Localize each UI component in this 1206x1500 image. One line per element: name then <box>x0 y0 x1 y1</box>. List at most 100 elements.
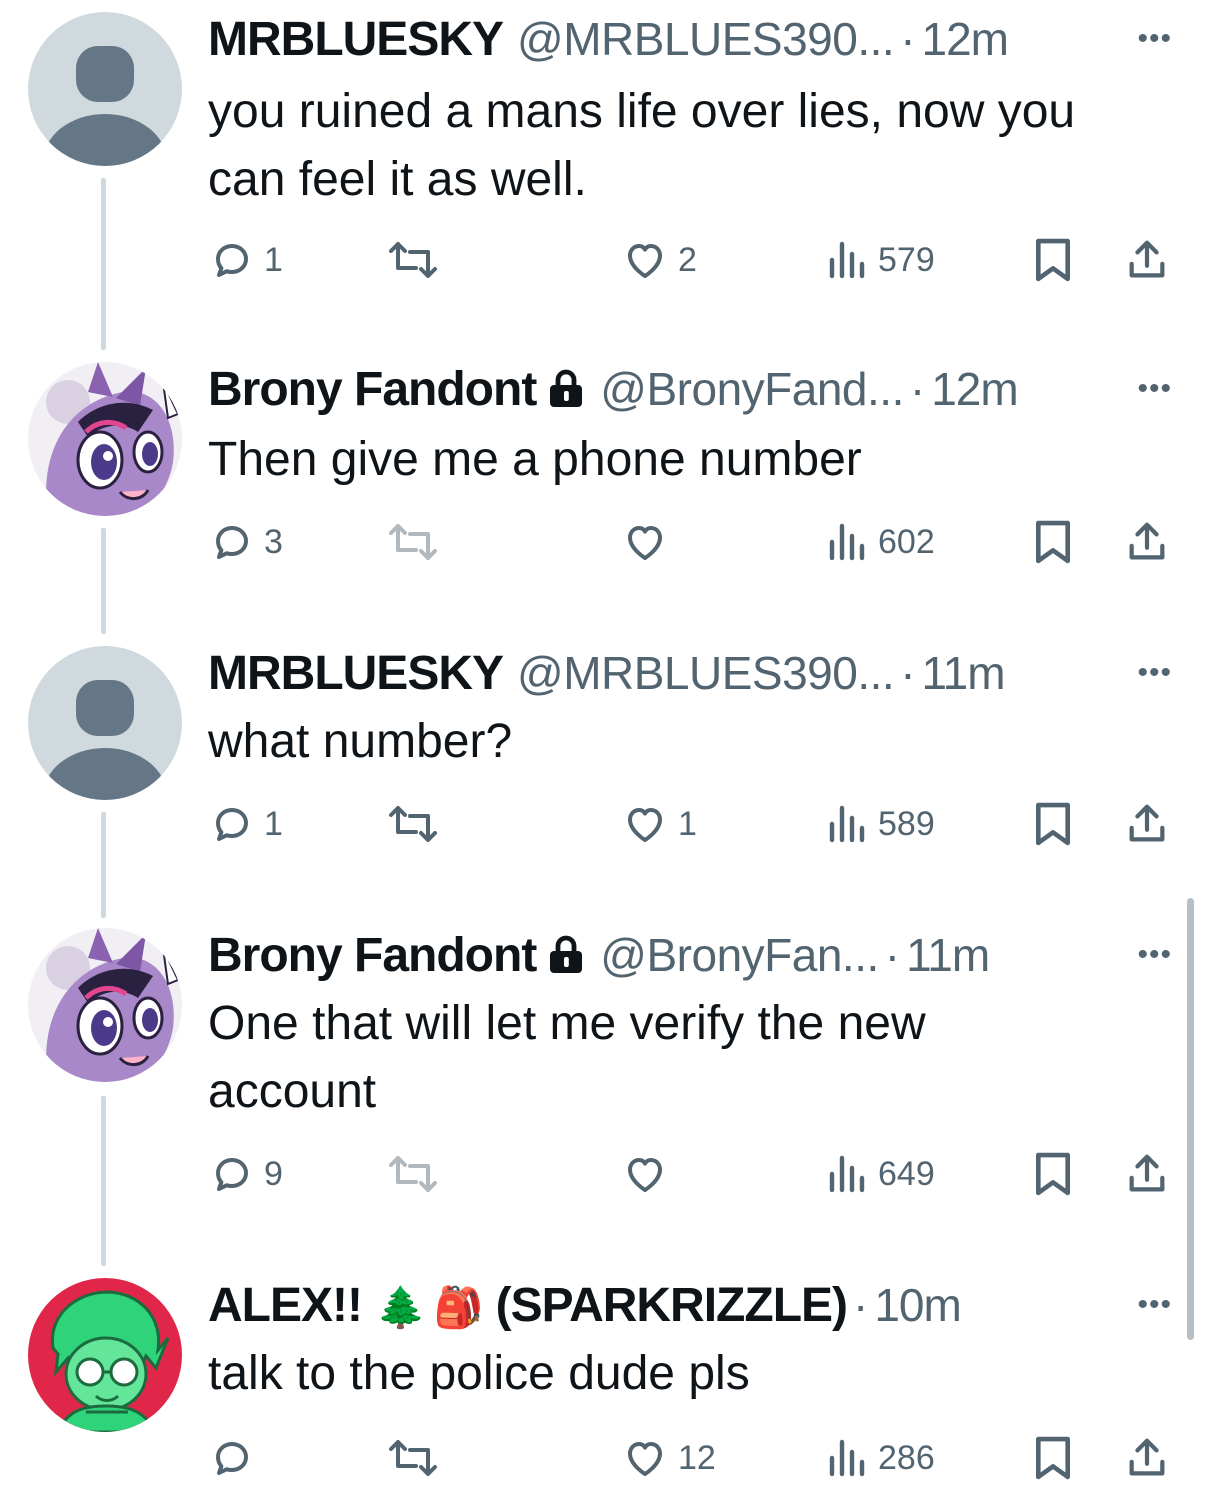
bookmark-button[interactable] <box>1032 1144 1074 1204</box>
share-button[interactable] <box>1124 1428 1170 1488</box>
tweet-text-line: One that will let me verify the new <box>208 997 926 1050</box>
reply-icon <box>216 526 248 559</box>
like-button[interactable] <box>620 1144 678 1204</box>
timestamp[interactable]: 12m <box>922 12 1009 66</box>
reply-button[interactable]: 9 <box>208 1144 283 1204</box>
scrollbar[interactable] <box>1187 898 1194 1340</box>
display-name[interactable]: ALEX!! <box>208 1278 363 1333</box>
share-icon <box>1129 1438 1165 1476</box>
view-count: 589 <box>878 804 935 843</box>
reply-button[interactable]: 1 <box>208 230 283 290</box>
share-button[interactable] <box>1124 794 1170 854</box>
like-button[interactable]: 2 <box>620 230 697 290</box>
user-handle[interactable]: @BronyFan... <box>600 928 879 982</box>
repost-button[interactable] <box>386 794 448 854</box>
user-handle[interactable]: @MRBLUES390... <box>517 646 895 700</box>
reply-count: 9 <box>264 1154 283 1193</box>
timestamp[interactable]: 10m <box>874 1278 961 1332</box>
view-count: 286 <box>878 1438 935 1477</box>
views-icon <box>829 1439 865 1477</box>
repost-button[interactable] <box>386 230 448 290</box>
reply-icon <box>216 1442 248 1475</box>
heart-icon <box>628 526 662 560</box>
share-icon <box>1129 1154 1165 1192</box>
like-button[interactable]: 1 <box>620 794 697 854</box>
tweet-text-line: Then give me a phone number <box>208 433 862 486</box>
heart-icon <box>628 808 662 842</box>
views-button[interactable]: 602 <box>826 512 935 572</box>
share-button[interactable] <box>1124 230 1170 290</box>
repost-button[interactable] <box>386 1428 448 1488</box>
like-button[interactable]: 12 <box>620 1428 716 1488</box>
bookmark-button[interactable] <box>1032 1428 1074 1488</box>
like-button[interactable] <box>620 512 678 572</box>
bookmark-icon <box>1035 520 1071 564</box>
bookmark-icon <box>1035 802 1071 846</box>
tweet-text: Then give me a phone number <box>208 426 1168 494</box>
thread-connector <box>101 812 106 918</box>
tree-emoji: 🌲 <box>375 1286 426 1330</box>
views-button[interactable]: 589 <box>826 794 935 854</box>
display-name[interactable]: Brony Fandont <box>208 362 537 417</box>
bookmark-button[interactable] <box>1032 230 1074 290</box>
pony-avatar-icon[interactable] <box>28 928 182 1082</box>
bookmark-button[interactable] <box>1032 512 1074 572</box>
action-bar: 1 2 579 <box>208 230 1178 290</box>
default-avatar-icon[interactable] <box>28 12 182 166</box>
repost-icon <box>389 806 437 842</box>
bookmark-icon <box>1035 1436 1071 1480</box>
tweet-text: what number? <box>208 708 1168 776</box>
views-icon <box>829 1155 865 1193</box>
bookmark-button[interactable] <box>1032 794 1074 854</box>
reply-icon <box>216 244 248 277</box>
tweet-text: One that will let me verify the new acco… <box>208 990 1168 1126</box>
like-count: 1 <box>678 804 697 843</box>
tweet-text-line: can feel it as well. <box>208 153 587 206</box>
reply-button[interactable]: 1 <box>208 794 283 854</box>
timestamp[interactable]: 11m <box>922 646 1006 700</box>
user-handle[interactable]: @BronyFand... <box>600 362 904 416</box>
green-character-avatar-icon[interactable] <box>28 1278 182 1432</box>
tweet-text-line: you ruined a mans life over lies, now yo… <box>208 85 1076 138</box>
timestamp[interactable]: 12m <box>931 362 1018 416</box>
views-icon <box>829 523 865 561</box>
display-name[interactable]: MRBLUESKY <box>208 12 504 67</box>
separator: · <box>853 1279 869 1331</box>
action-bar: 12 286 <box>208 1428 1178 1488</box>
display-name[interactable]: MRBLUESKY <box>208 646 504 701</box>
repost-button <box>386 1144 448 1204</box>
reply-button[interactable]: 3 <box>208 512 283 572</box>
more-options-icon[interactable]: ••• <box>1137 656 1172 690</box>
reply-count: 3 <box>264 522 283 561</box>
timestamp[interactable]: 11m <box>906 928 990 982</box>
backpack-emoji: 🎒 <box>433 1286 484 1330</box>
display-name-suffix[interactable]: (SPARKRIZZLE) <box>496 1278 848 1333</box>
views-button[interactable]: 286 <box>826 1428 935 1488</box>
more-options-icon[interactable]: ••• <box>1137 938 1172 972</box>
reply-button[interactable] <box>208 1428 264 1488</box>
pony-avatar-icon[interactable] <box>28 362 182 516</box>
views-button[interactable]: 649 <box>826 1144 935 1204</box>
lock-icon <box>548 369 584 414</box>
more-options-icon[interactable]: ••• <box>1137 372 1172 406</box>
more-options-icon[interactable]: ••• <box>1137 1288 1172 1322</box>
thread-connector <box>101 178 106 350</box>
tweet-text: talk to the police dude pls <box>208 1340 1168 1408</box>
share-button[interactable] <box>1124 512 1170 572</box>
user-handle[interactable]: @MRBLUES390... <box>517 12 895 66</box>
repost-button <box>386 512 448 572</box>
views-button[interactable]: 579 <box>826 230 935 290</box>
action-bar: 9 649 <box>208 1144 1178 1204</box>
repost-icon <box>389 1156 437 1192</box>
like-count: 12 <box>678 1438 716 1477</box>
more-options-icon[interactable]: ••• <box>1137 22 1172 56</box>
heart-icon <box>628 1442 662 1476</box>
display-name[interactable]: Brony Fandont <box>208 928 537 983</box>
views-icon <box>829 805 865 843</box>
share-button[interactable] <box>1124 1144 1170 1204</box>
separator: · <box>884 929 901 981</box>
default-avatar-icon[interactable] <box>28 646 182 800</box>
reply-icon <box>216 808 248 841</box>
tweet-text-line: account <box>208 1065 377 1118</box>
like-count: 2 <box>678 240 697 279</box>
